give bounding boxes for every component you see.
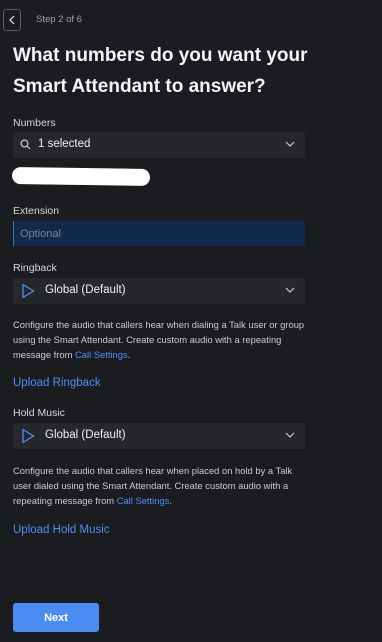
chevron-down-icon	[285, 432, 295, 438]
chevron-down-icon	[285, 287, 295, 293]
redacted-phone-number	[11, 167, 151, 186]
extension-label: Extension	[13, 205, 60, 217]
hold-music-label: Hold Music	[13, 407, 65, 419]
call-settings-link[interactable]: Call Settings	[75, 349, 128, 360]
chevron-left-icon	[9, 15, 15, 25]
back-button[interactable]	[3, 9, 21, 31]
play-icon[interactable]	[21, 283, 35, 299]
ringback-label: Ringback	[13, 262, 57, 274]
next-button[interactable]: Next	[13, 603, 99, 632]
ringback-description: Configure the audio that callers hear wh…	[13, 319, 305, 360]
hold-music-select[interactable]: Global (Default)	[13, 423, 305, 449]
top-bar: Step 2 of 6	[0, 9, 382, 33]
search-icon	[20, 139, 31, 150]
page-title: What numbers do you want your Smart Atte…	[13, 45, 308, 97]
chevron-down-icon	[285, 141, 295, 147]
hold-music-selected-text: Global (Default)	[45, 429, 126, 441]
numbers-selected-text: 1 selected	[38, 138, 91, 150]
numbers-label: Numbers	[13, 117, 56, 129]
call-settings-link[interactable]: Call Settings	[117, 495, 170, 506]
ringback-selected-text: Global (Default)	[45, 284, 126, 296]
hold-music-description: Configure the audio that callers hear wh…	[13, 465, 293, 506]
numbers-select[interactable]: 1 selected	[13, 132, 305, 158]
step-indicator: Step 2 of 6	[36, 14, 82, 25]
upload-hold-music-link[interactable]: Upload Hold Music	[13, 524, 110, 536]
ringback-select[interactable]: Global (Default)	[13, 278, 305, 304]
play-icon[interactable]	[21, 428, 35, 444]
upload-ringback-link[interactable]: Upload Ringback	[13, 377, 101, 389]
extension-input[interactable]	[13, 221, 305, 246]
